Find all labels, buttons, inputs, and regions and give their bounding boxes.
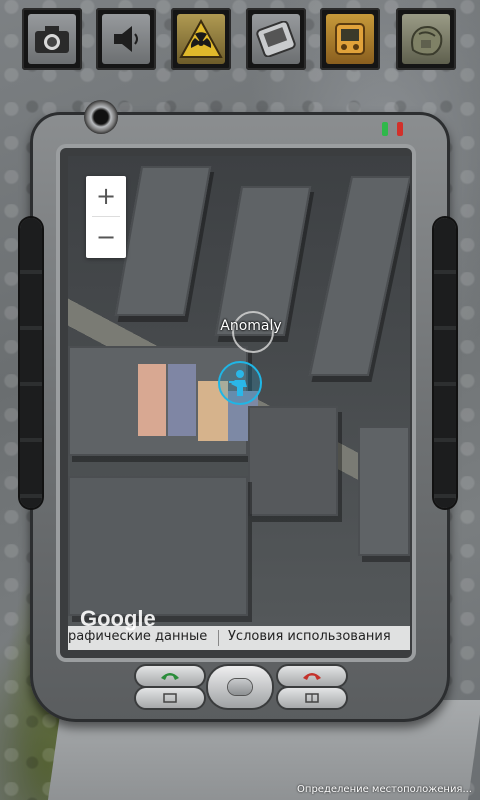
inventory-button-face <box>402 14 450 64</box>
left-soft-button[interactable] <box>136 688 204 708</box>
detector-button-face <box>326 14 374 64</box>
dpad-center-button[interactable] <box>228 679 252 695</box>
terms-link[interactable]: Условия использования <box>228 629 391 644</box>
detector-icon <box>335 23 365 55</box>
device-buttons <box>134 664 346 710</box>
sound-button[interactable] <box>96 8 156 70</box>
device-camera <box>84 100 118 134</box>
map-view[interactable]: + − Anomaly Google рафические данные Усл… <box>68 156 410 650</box>
map-building <box>68 476 248 616</box>
zoom-in-button[interactable]: + <box>86 176 126 216</box>
zoom-out-button[interactable]: − <box>86 217 126 257</box>
radiation-button-face <box>177 14 225 64</box>
detector-button[interactable] <box>320 8 380 70</box>
soldier-icon <box>229 370 247 396</box>
camera-button-face <box>28 14 76 64</box>
radiation-icon <box>179 19 223 58</box>
zoom-control: + − <box>86 176 126 258</box>
anomaly-label: Anomaly <box>220 318 282 334</box>
camera-button[interactable] <box>22 8 82 70</box>
top-toolbar <box>0 0 480 76</box>
status-led-red <box>397 122 403 136</box>
map-attribution-bar: рафические данные Условия использования <box>68 626 410 650</box>
backpack-icon <box>411 26 443 56</box>
pda-button[interactable] <box>246 8 306 70</box>
camera-icon <box>35 26 69 53</box>
map-building <box>308 176 410 376</box>
status-led-green <box>382 122 388 136</box>
dpad[interactable] <box>208 666 272 708</box>
pda-button-face <box>252 14 300 64</box>
radiation-button[interactable] <box>171 8 231 70</box>
right-soft-button[interactable] <box>278 688 346 708</box>
player-location-marker[interactable] <box>218 361 262 405</box>
attribution-text: рафические данные <box>68 629 208 644</box>
map-building <box>358 426 410 556</box>
speaker-icon <box>114 26 138 52</box>
map-roof <box>138 364 166 436</box>
grid-icon <box>305 693 319 703</box>
left-grip <box>20 218 42 508</box>
location-status-text: Определение местоположения... <box>297 784 472 795</box>
map-building <box>114 166 212 316</box>
call-button[interactable] <box>136 666 204 686</box>
phone-hangup-icon <box>303 673 321 680</box>
attribution-divider <box>218 630 219 646</box>
end-call-button[interactable] <box>278 666 346 686</box>
window-icon <box>163 693 177 703</box>
phone-answer-icon <box>161 673 179 680</box>
inventory-button[interactable] <box>396 8 456 70</box>
map-building <box>248 406 338 516</box>
pda-icon <box>256 21 296 57</box>
map-roof <box>168 364 196 436</box>
right-grip <box>434 218 456 508</box>
sound-button-face <box>102 14 150 64</box>
